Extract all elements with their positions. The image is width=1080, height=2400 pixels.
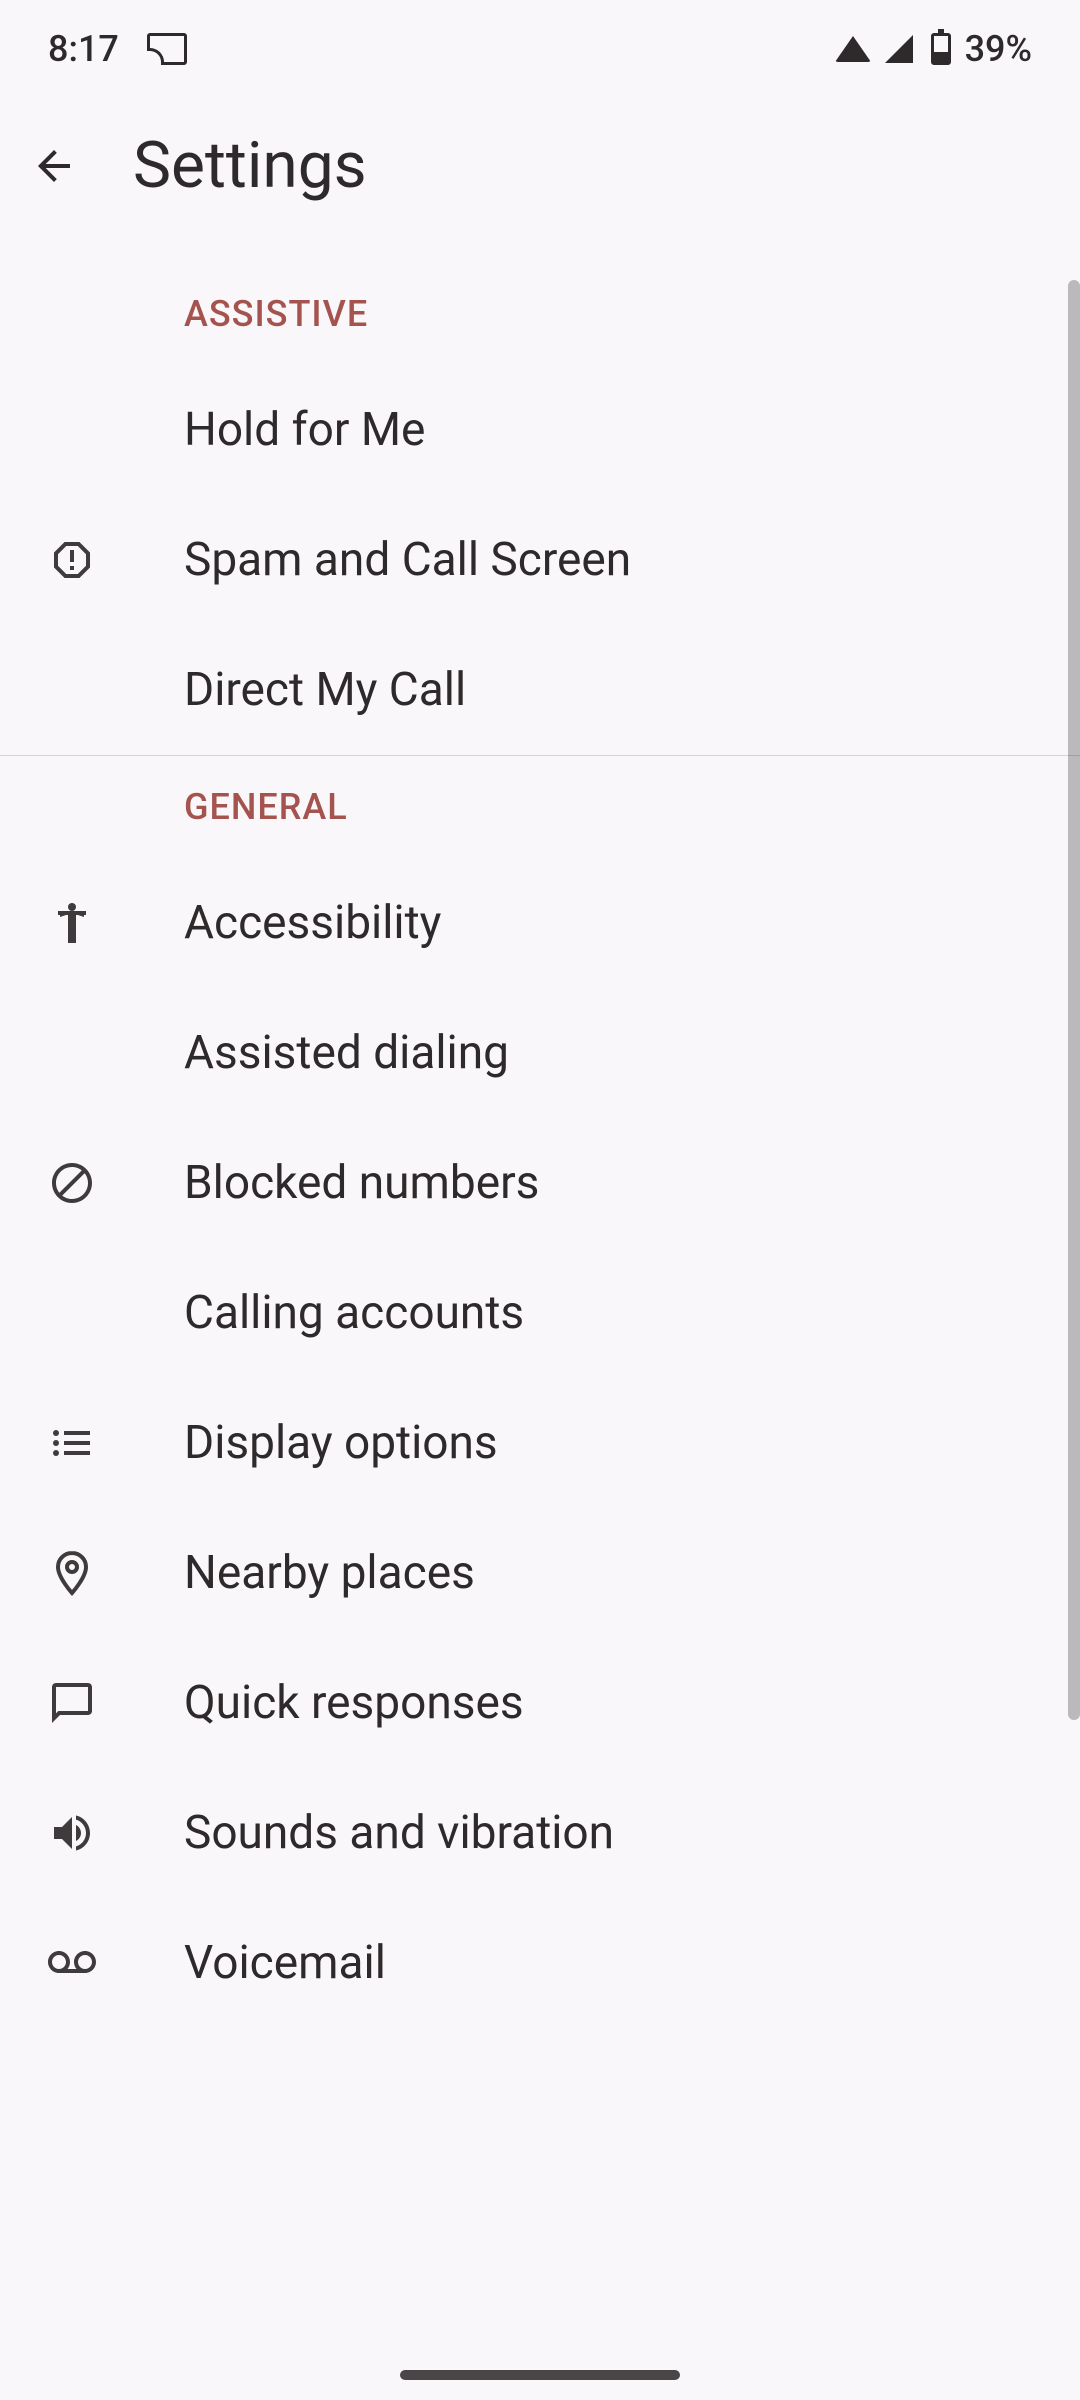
volume-icon [48, 1809, 96, 1857]
section-header-general: GENERAL [0, 756, 1080, 858]
scrollbar[interactable] [1068, 280, 1080, 1720]
item-label: Blocked numbers [184, 1156, 539, 1210]
block-icon [48, 1159, 96, 1207]
nav-handle[interactable] [400, 2370, 680, 2380]
status-right: 39% [835, 28, 1032, 70]
item-label: Voicemail [184, 1936, 386, 1990]
list-item-quick-responses[interactable]: Quick responses [0, 1638, 1080, 1768]
item-label: Quick responses [184, 1676, 524, 1730]
header: Settings [0, 98, 1080, 263]
list-item-direct-my-call[interactable]: Direct My Call [0, 625, 1080, 755]
list-item-calling-accounts[interactable]: Calling accounts [0, 1248, 1080, 1378]
status-time: 8:17 [48, 28, 119, 70]
item-label: Sounds and vibration [184, 1806, 614, 1860]
list-item-voicemail[interactable]: Voicemail [0, 1898, 1080, 2028]
status-bar: 8:17 39% [0, 0, 1080, 98]
accessibility-icon [48, 899, 96, 947]
list-item-nearby-places[interactable]: Nearby places [0, 1508, 1080, 1638]
message-icon [48, 1679, 96, 1727]
list-item-assisted-dialing[interactable]: Assisted dialing [0, 988, 1080, 1118]
wifi-icon [835, 36, 871, 62]
item-label: Assisted dialing [184, 1026, 509, 1080]
item-label: Calling accounts [184, 1286, 524, 1340]
status-left: 8:17 [48, 28, 187, 70]
location-icon [48, 1549, 96, 1597]
section-header-assistive: ASSISTIVE [0, 263, 1080, 365]
battery-percent: 39% [965, 28, 1032, 70]
cast-icon [147, 33, 187, 65]
alert-octagon-icon [48, 536, 96, 584]
list-item-blocked-numbers[interactable]: Blocked numbers [0, 1118, 1080, 1248]
battery-icon [931, 33, 951, 65]
list-item-display-options[interactable]: Display options [0, 1378, 1080, 1508]
item-label: Accessibility [184, 896, 441, 950]
item-label: Display options [184, 1416, 498, 1470]
list-item-spam-call-screen[interactable]: Spam and Call Screen [0, 495, 1080, 625]
list-icon [48, 1419, 96, 1467]
item-label: Nearby places [184, 1546, 475, 1600]
list-item-accessibility[interactable]: Accessibility [0, 858, 1080, 988]
signal-icon [885, 35, 913, 63]
list-item-sounds-vibration[interactable]: Sounds and vibration [0, 1768, 1080, 1898]
back-button[interactable] [30, 142, 78, 190]
page-title: Settings [133, 128, 367, 203]
item-label: Direct My Call [184, 663, 466, 717]
item-label: Hold for Me [184, 403, 425, 457]
arrow-back-icon [30, 142, 78, 190]
list-item-hold-for-me[interactable]: Hold for Me [0, 365, 1080, 495]
item-label: Spam and Call Screen [184, 533, 631, 587]
voicemail-icon [48, 1939, 96, 1987]
